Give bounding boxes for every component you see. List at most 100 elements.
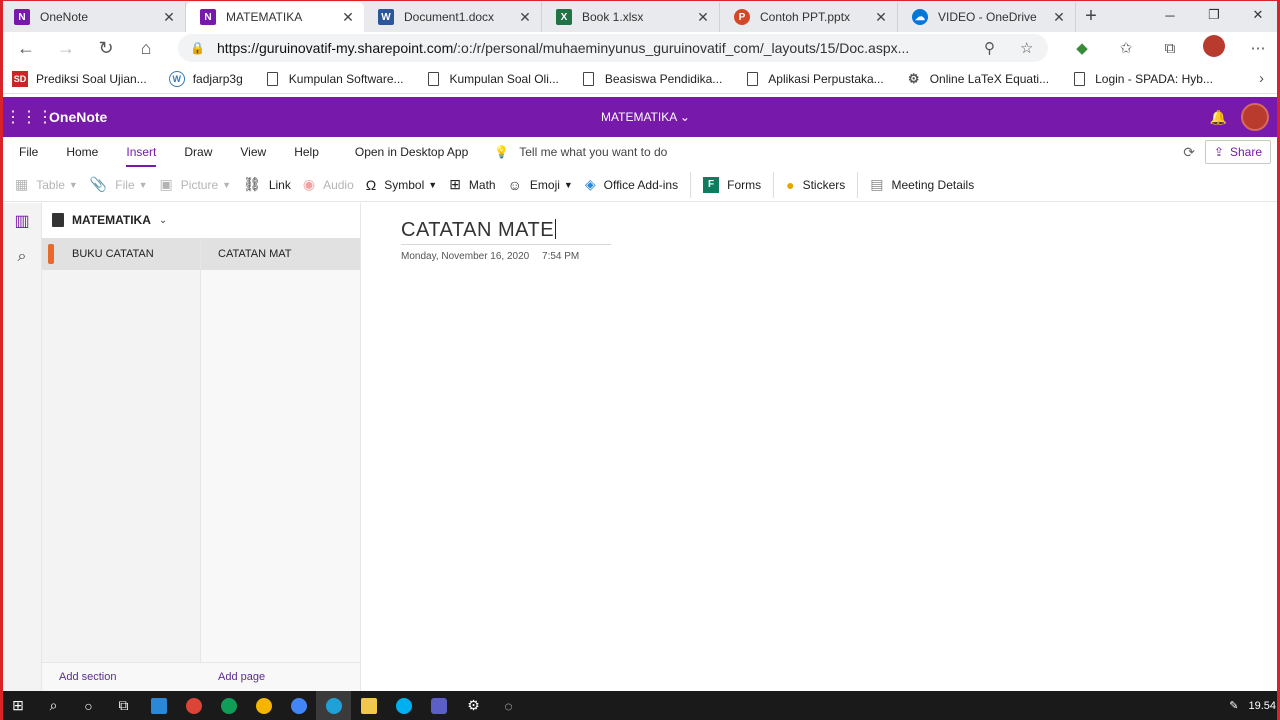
sync-icon[interactable]: ⟳ xyxy=(1183,144,1195,161)
tab-file[interactable]: File xyxy=(19,145,38,159)
favorites-icon[interactable]: ✩ xyxy=(1104,39,1148,57)
close-icon[interactable]: ✕ xyxy=(873,9,889,26)
bell-icon[interactable]: 🔔 xyxy=(1210,109,1227,126)
app-icon[interactable]: ◌ xyxy=(491,691,526,720)
forms-button[interactable]: F Forms xyxy=(703,176,761,193)
section-item[interactable]: BUKU CATATAN xyxy=(42,238,200,270)
address-bar: ← → ↻ ⌂ 🔒 https://guruinovatif-my.sharep… xyxy=(0,32,1280,64)
extension-icon[interactable]: ◆ xyxy=(1060,39,1104,57)
tab-book1[interactable]: X Book 1.xlsx ✕ xyxy=(542,2,720,32)
word-app-icon[interactable] xyxy=(141,691,176,720)
chrome-icon[interactable] xyxy=(176,691,211,720)
profile-avatar[interactable] xyxy=(1192,35,1236,61)
add-section-button[interactable]: Add section xyxy=(42,671,201,683)
bookmark-item[interactable]: ⚙ Online LaTeX Equati... xyxy=(906,71,1049,87)
tab-contoh-ppt[interactable]: P Contoh PPT.pptx ✕ xyxy=(720,2,898,32)
cortana-icon[interactable]: ○ xyxy=(71,691,106,720)
tab-document1[interactable]: W Document1.docx ✕ xyxy=(364,2,542,32)
teams-icon[interactable] xyxy=(421,691,456,720)
notebook-name: MATEMATIKA xyxy=(72,213,151,227)
math-button[interactable]: ⊞ Math xyxy=(449,176,495,193)
link-button[interactable]: ⛓ Link xyxy=(243,176,291,193)
open-desktop-app-button[interactable]: Open in Desktop App xyxy=(355,145,468,159)
gear-icon: ⚙ xyxy=(907,70,920,86)
close-icon[interactable]: ✕ xyxy=(340,9,356,26)
tab-onenote[interactable]: N OneNote ✕ xyxy=(0,2,186,32)
bookmark-item[interactable]: Aplikasi Perpustaka... xyxy=(744,71,884,87)
tab-insert[interactable]: Insert xyxy=(126,145,157,167)
chevron-down-icon: ⌄ xyxy=(158,214,168,226)
minimize-icon[interactable]: ─ xyxy=(1148,0,1192,30)
system-tray: ✎ 19.54 xyxy=(1219,699,1276,713)
tab-matematika[interactable]: N MATEMATIKA ✕ xyxy=(186,2,364,32)
picture-button[interactable]: ▣ Picture ▼ xyxy=(160,176,232,193)
tab-home[interactable]: Home xyxy=(66,145,98,159)
home-icon[interactable]: ⌂ xyxy=(126,38,166,59)
notebook-title[interactable]: MATEMATIKA ⌄ xyxy=(601,110,690,124)
add-page-button[interactable]: Add page xyxy=(201,671,360,683)
url-field[interactable]: 🔒 https://guruinovatif-my.sharepoint.com… xyxy=(178,34,1048,62)
tab-video-onedrive[interactable]: ☁ VIDEO - OneDrive ✕ xyxy=(898,2,1076,32)
favorite-star-icon[interactable]: ☆ xyxy=(1020,39,1033,57)
zoom-icon[interactable]: ⚲ xyxy=(984,39,995,57)
avatar[interactable] xyxy=(1241,103,1269,131)
back-icon[interactable]: ← xyxy=(6,38,46,59)
task-view-icon[interactable]: ⧉ xyxy=(106,691,141,720)
refresh-icon[interactable]: ↻ xyxy=(86,38,126,59)
close-icon[interactable]: ✕ xyxy=(517,9,533,26)
chevron-right-icon[interactable]: › xyxy=(1259,70,1264,87)
stickers-button[interactable]: ● Stickers xyxy=(786,177,845,193)
search-icon[interactable]: ⌕ xyxy=(36,691,71,720)
close-icon[interactable]: ✕ xyxy=(695,9,711,26)
bookmark-item[interactable]: Kumpulan Soal Oli... xyxy=(426,71,559,87)
office-addins-button[interactable]: ◈ Office Add-ins xyxy=(585,176,678,193)
page-canvas[interactable]: CATATAN MATE Monday, November 16, 2020 7… xyxy=(360,203,1277,691)
restore-icon[interactable]: ❐ xyxy=(1192,0,1236,30)
bookmark-item[interactable]: Beasiswa Pendidika... xyxy=(581,71,722,87)
tab-help[interactable]: Help xyxy=(294,145,319,159)
tab-draw[interactable]: Draw xyxy=(184,145,212,159)
emoji-button[interactable]: ☺ Emoji ▼ xyxy=(508,177,573,193)
close-window-icon[interactable]: ✕ xyxy=(1236,0,1280,30)
tab-view[interactable]: View xyxy=(240,145,266,159)
bookmark-item[interactable]: SD Prediksi Soal Ujian... xyxy=(12,70,147,87)
bookmark-item[interactable]: Kumpulan Software... xyxy=(265,71,404,87)
edge-icon[interactable] xyxy=(316,691,351,720)
new-tab-button[interactable]: + xyxy=(1076,5,1106,28)
chrome-icon[interactable] xyxy=(281,691,316,720)
page-item[interactable]: CATATAN MAT xyxy=(201,238,360,270)
collections-icon[interactable]: ⧉ xyxy=(1148,40,1192,57)
app-launcher-icon[interactable]: ⋮⋮⋮ xyxy=(5,107,53,127)
notebooks-icon[interactable]: ▥ xyxy=(3,203,41,239)
audio-button[interactable]: ◉ Audio xyxy=(303,176,354,193)
notebook-picker[interactable]: MATEMATIKA ⌄ xyxy=(42,203,360,237)
lock-icon: 🔒 xyxy=(190,41,205,55)
close-icon[interactable]: ✕ xyxy=(1051,9,1067,26)
table-button[interactable]: ▦ Table ▼ xyxy=(15,176,78,193)
app-name[interactable]: OneNote xyxy=(49,109,107,125)
picture-icon: ▣ xyxy=(159,176,173,192)
settings-icon[interactable]: ⚙ xyxy=(456,691,491,720)
file-button[interactable]: 📎 File ▼ xyxy=(90,176,148,193)
page-title[interactable]: CATATAN MATE xyxy=(401,219,611,245)
forward-icon[interactable]: → xyxy=(46,38,86,59)
chrome-icon[interactable] xyxy=(246,691,281,720)
powerpoint-icon: P xyxy=(734,9,750,25)
chrome-icon[interactable] xyxy=(211,691,246,720)
bookmark-item[interactable]: Wfadjarp3g xyxy=(168,70,243,87)
skype-icon[interactable] xyxy=(386,691,421,720)
search-icon[interactable]: ⌕ xyxy=(3,239,41,275)
symbol-button[interactable]: Ω Symbol ▼ xyxy=(366,177,437,193)
windows-start-icon[interactable]: ⊞ xyxy=(0,691,36,720)
pen-icon[interactable]: ✎ xyxy=(1229,699,1238,712)
tell-me-search[interactable]: 💡 Tell me what you want to do xyxy=(494,145,667,159)
chevron-down-icon: ▼ xyxy=(428,179,438,190)
meeting-details-button[interactable]: ▤ Meeting Details xyxy=(870,176,974,193)
bookmark-item[interactable]: Login - SPADA: Hyb... xyxy=(1071,71,1213,87)
folder-icon[interactable] xyxy=(351,691,386,720)
close-icon[interactable]: ✕ xyxy=(161,9,177,26)
share-button[interactable]: ⇪ Share xyxy=(1204,140,1271,164)
more-menu-icon[interactable]: ⋯ xyxy=(1236,39,1280,57)
page-icon xyxy=(265,71,281,87)
clock[interactable]: 19.54 xyxy=(1248,700,1276,712)
